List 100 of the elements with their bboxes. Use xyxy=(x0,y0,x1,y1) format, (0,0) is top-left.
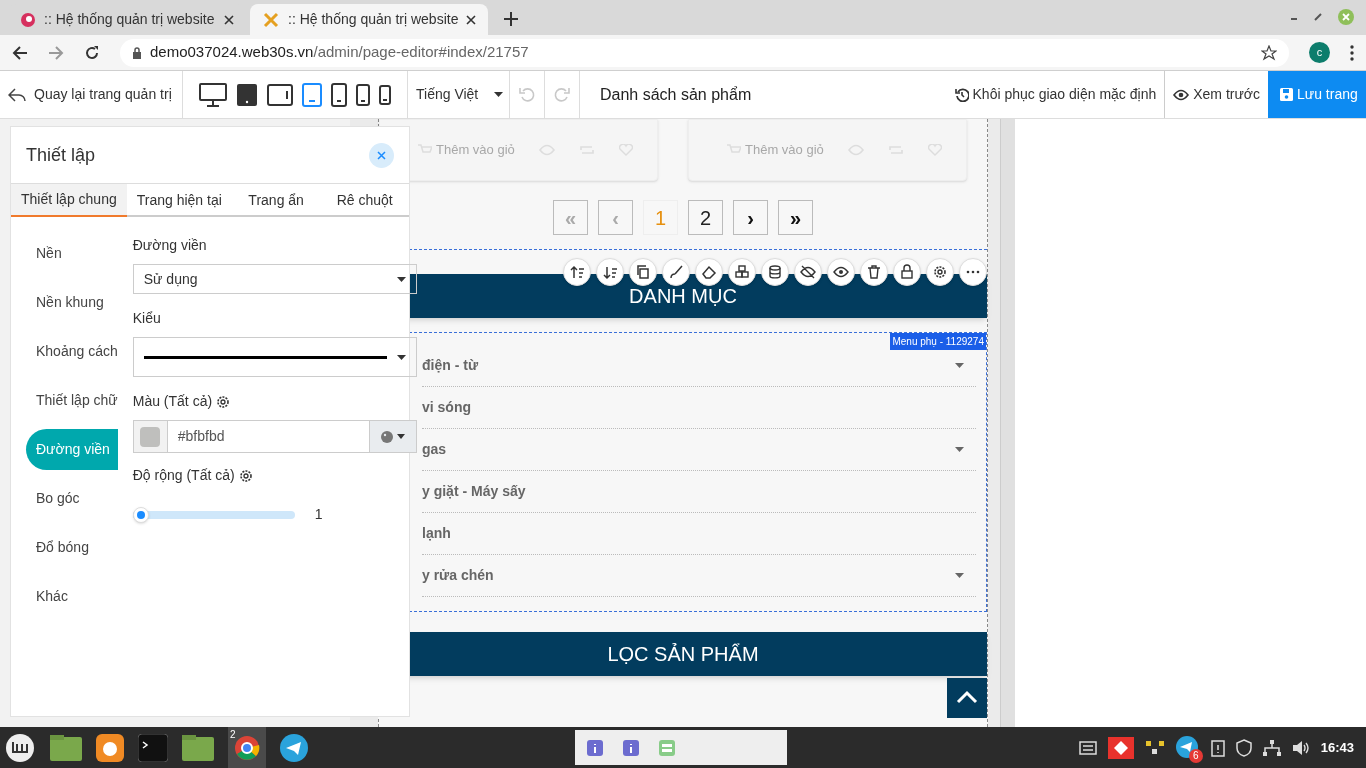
eye-slash-button[interactable] xyxy=(794,258,822,286)
settings-icon[interactable] xyxy=(238,468,253,483)
cubes-icon xyxy=(734,264,750,280)
color-picker-button[interactable] xyxy=(368,420,417,453)
language-dropdown[interactable]: Tiếng Việt xyxy=(408,71,510,118)
settings-nav-item[interactable]: Nền khung xyxy=(26,282,118,323)
scrollbar[interactable] xyxy=(1000,119,1015,727)
sort-up-button[interactable] xyxy=(563,258,591,286)
trash-icon xyxy=(866,264,882,280)
eye-icon xyxy=(1173,88,1190,101)
toggle-icon[interactable] xyxy=(659,739,675,756)
color-swatch[interactable] xyxy=(140,426,161,447)
more-button[interactable] xyxy=(959,258,987,286)
database-button[interactable] xyxy=(761,258,789,286)
eye-slash-icon xyxy=(800,264,816,280)
reload-icon[interactable] xyxy=(84,44,100,61)
menu-item[interactable]: gas xyxy=(422,429,976,471)
browser-tab[interactable]: :: Hệ thống quản trị website xyxy=(250,4,488,35)
keyboard-icon[interactable] xyxy=(1078,740,1097,755)
lock-icon xyxy=(132,46,142,59)
chrome-taskbar-button[interactable]: 2 xyxy=(228,727,266,768)
paper-plane-icon[interactable] xyxy=(280,733,308,762)
settings-button[interactable] xyxy=(926,258,954,286)
block-label: Menu phụ - 1129274 xyxy=(890,333,986,350)
forward-arrow-icon[interactable] xyxy=(48,44,64,61)
copy-button[interactable] xyxy=(629,258,657,286)
terminal-icon[interactable] xyxy=(138,733,168,762)
preview-button[interactable]: Xem trước xyxy=(1165,71,1268,118)
tablet-landscape-icon[interactable] xyxy=(267,83,293,106)
profile-avatar[interactable]: c xyxy=(1309,42,1330,63)
menu-item-label: điện - từ xyxy=(422,356,480,375)
star-icon[interactable] xyxy=(1261,44,1277,61)
menu-item[interactable]: vi sóng xyxy=(422,387,976,429)
phone-icon[interactable] xyxy=(379,84,391,105)
settings-nav-item[interactable]: Nền xyxy=(26,233,118,274)
color-input[interactable]: #bfbfbd xyxy=(167,420,369,453)
info-icon[interactable] xyxy=(623,739,639,756)
trash-button[interactable] xyxy=(860,258,888,286)
close-icon[interactable] xyxy=(466,14,477,25)
eye-button[interactable] xyxy=(827,258,855,286)
shield-icon[interactable] xyxy=(1235,738,1252,757)
back-button[interactable]: Quay lại trang quản trị xyxy=(0,71,183,118)
sort-down-button[interactable] xyxy=(596,258,624,286)
network-dots-icon[interactable] xyxy=(1144,738,1165,757)
new-tab-icon[interactable] xyxy=(504,12,518,26)
caret-icon xyxy=(396,276,406,282)
menu-item-label: y giặt - Máy sấy xyxy=(422,482,527,501)
cubes-button[interactable] xyxy=(728,258,756,286)
back-arrow-icon[interactable] xyxy=(12,44,28,61)
tablet-icon[interactable] xyxy=(236,82,258,107)
restore-default-button[interactable]: Khôi phục giao diện mặc định xyxy=(946,71,1166,118)
menu-item[interactable]: y rửa chén xyxy=(422,555,976,597)
clipboard-icon[interactable] xyxy=(1210,738,1225,757)
info-icon[interactable] xyxy=(587,739,603,756)
folder-icon[interactable] xyxy=(50,734,82,761)
settings-nav-item[interactable]: Thiết lập chữ xyxy=(26,380,118,421)
settings-icon[interactable] xyxy=(216,394,231,409)
sort-up-icon xyxy=(569,264,585,280)
eye-icon xyxy=(538,144,555,156)
settings-nav-item[interactable]: Khoảng cách xyxy=(26,331,118,372)
lock-icon xyxy=(899,264,915,280)
menu-item[interactable]: y giặt - Máy sấy xyxy=(422,471,976,513)
tab-title: :: Hệ thống quản trị website xyxy=(44,10,216,29)
panel-tab[interactable]: Thiết lập chung xyxy=(11,184,127,217)
save-button[interactable]: Lưu trang xyxy=(1268,71,1366,118)
slider-thumb[interactable] xyxy=(132,506,149,523)
desktop-icon[interactable] xyxy=(199,81,227,108)
phone-icon[interactable] xyxy=(331,82,347,107)
slider-value: 1 xyxy=(314,505,323,524)
tablet-portrait-icon[interactable] xyxy=(302,82,322,107)
eraser-button[interactable] xyxy=(695,258,723,286)
paper-plane-icon[interactable] xyxy=(1175,735,1198,758)
phone-icon[interactable] xyxy=(356,83,370,106)
folder-icon[interactable] xyxy=(182,734,214,761)
border-style-select[interactable] xyxy=(132,337,417,377)
reply-arrow-icon xyxy=(8,87,26,102)
browser-logo-icon[interactable] xyxy=(234,734,260,761)
panel-tab[interactable]: Rê chuột xyxy=(320,184,409,217)
restore-icon[interactable] xyxy=(1314,13,1322,21)
menu-item-label: vi sóng xyxy=(422,398,472,417)
chevron-up-icon[interactable] xyxy=(947,678,987,718)
network-icon[interactable] xyxy=(1262,739,1281,756)
panel-tab[interactable]: Trang ẩn xyxy=(231,184,321,217)
speaker-icon[interactable] xyxy=(1291,739,1310,756)
menu-item[interactable]: lạnh xyxy=(422,513,976,555)
tools-icon xyxy=(262,10,280,29)
pagination-arrow-button[interactable]: › xyxy=(733,200,768,235)
settings-nav-item[interactable]: Khác xyxy=(26,576,118,617)
more-icon[interactable] xyxy=(1350,44,1354,61)
border-select[interactable]: Sử dụng xyxy=(132,264,417,294)
close-icon[interactable] xyxy=(224,14,234,25)
settings-nav-item[interactable]: Bo góc xyxy=(26,478,118,519)
brush-button[interactable] xyxy=(662,258,690,286)
address-bar[interactable]: demo037024.web30s.vn/admin/page-editor#index/21757 xyxy=(120,38,1289,67)
settings-nav-item[interactable]: Đổ bóng xyxy=(26,527,118,568)
pagination-arrow-button[interactable]: » xyxy=(778,200,813,235)
caret-icon xyxy=(396,434,405,439)
lock-button[interactable] xyxy=(893,258,921,286)
panel-tab[interactable]: Trang hiện tại xyxy=(126,184,232,217)
page-button[interactable]: 2 xyxy=(688,200,723,235)
